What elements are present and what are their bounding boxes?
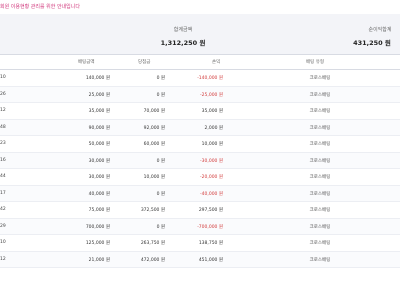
- table-header: 배팅금액 당첨금 손익 배팅 유형: [0, 54, 400, 70]
- table-row[interactable]: 12 21,000 원 472,000 원 451,000 원 크로스배팅: [0, 251, 400, 268]
- bet-amount: 40,000 원: [88, 191, 110, 197]
- table-row[interactable]: 17 40,000 원 0 원 -40,000 원 크로스배팅: [0, 185, 400, 202]
- row-id: 12: [0, 256, 6, 262]
- table-row[interactable]: 29 700,000 원 0 원 -700,000 원 크로스배팅: [0, 218, 400, 235]
- bet-type: 크로스배팅: [309, 158, 331, 164]
- row-id: 42: [0, 207, 6, 212]
- bet-type: 크로스배팅: [309, 241, 331, 246]
- win-amount: 70,000 원: [143, 109, 165, 114]
- win-amount: 0 원: [156, 224, 165, 230]
- win-amount: 263,750 원: [140, 241, 165, 246]
- bet-amount: 50,000 원: [88, 142, 110, 147]
- row-id: 16: [0, 157, 6, 163]
- win-amount: 0 원: [156, 76, 165, 81]
- win-amount: 0 원: [156, 158, 165, 164]
- bet-amount: 25,000 원: [88, 92, 110, 98]
- win-amount: 0 원: [156, 92, 165, 98]
- profit-amount: -20,000 원: [200, 175, 223, 180]
- row-id: 17: [0, 190, 6, 196]
- bet-type: 크로스배팅: [309, 175, 331, 180]
- win-amount: 10,000 원: [143, 175, 165, 180]
- profit-label: 순이익합계: [368, 27, 392, 33]
- bet-amount: 700,000 원: [85, 224, 110, 230]
- bet-type: 크로스배팅: [309, 125, 331, 131]
- bet-amount: 21,000 원: [88, 257, 110, 263]
- profit-amount: -140,000 원: [197, 76, 223, 81]
- profit-amount: 451,000 원: [198, 257, 223, 263]
- bet-type: 크로스배팅: [309, 257, 331, 263]
- bet-amount: 75,000 원: [88, 208, 110, 213]
- row-id: 10: [0, 240, 6, 245]
- profit-amount: -30,000 원: [200, 158, 223, 164]
- bet-type: 크로스배팅: [309, 109, 331, 114]
- summary-panel: 합계금액 1,312,250 원 순이익합계 431,250 원: [0, 14, 400, 54]
- table-row[interactable]: 48 90,000 원 92,000 원 2,000 원 크로스배팅: [0, 119, 400, 136]
- win-amount: 92,000 원: [143, 125, 165, 131]
- table-row[interactable]: 26 25,000 원 0 원 -25,000 원 크로스배팅: [0, 86, 400, 103]
- bet-amount: 140,000 원: [85, 76, 110, 81]
- header-bet: 배팅금액: [78, 60, 95, 65]
- bet-amount: 125,000 원: [85, 241, 110, 246]
- bet-type: 크로스배팅: [309, 208, 331, 213]
- header-type: 배팅 유형: [306, 60, 324, 65]
- table-row[interactable]: 10 140,000 원 0 원 -140,000 원 크로스배팅: [0, 70, 400, 87]
- bet-amount: 30,000 원: [88, 175, 110, 180]
- bet-type: 크로스배팅: [309, 92, 331, 98]
- row-id: 26: [0, 91, 6, 97]
- header-win: 당첨금: [138, 60, 151, 65]
- row-id: 29: [0, 223, 6, 229]
- bet-type: 크로스배팅: [309, 224, 331, 230]
- win-amount: 0 원: [156, 191, 165, 197]
- bet-amount: 90,000 원: [88, 125, 110, 131]
- profit-amount: 2,000 원: [204, 125, 223, 131]
- table-row[interactable]: 42 75,000 원 372,500 원 297,500 원 크로스배팅: [0, 202, 400, 219]
- profit-amount: -700,000 원: [197, 224, 223, 230]
- header-profit: 손익: [212, 60, 221, 65]
- win-amount: 60,000 원: [143, 142, 165, 147]
- profit-amount: 10,000 원: [201, 142, 223, 147]
- bet-type: 크로스배팅: [309, 191, 331, 197]
- profit-amount: 297,500 원: [198, 208, 223, 213]
- table-row[interactable]: 12 35,000 원 70,000 원 35,000 원 크로스배팅: [0, 103, 400, 120]
- bet-type: 크로스배팅: [309, 76, 331, 81]
- table-row[interactable]: 23 50,000 원 60,000 원 10,000 원 크로스배팅: [0, 136, 400, 153]
- total-label: 합계금액: [173, 27, 193, 33]
- table-body: 10 140,000 원0 원 -140,000 원 크로스배팅 26 25,000 원0…: [0, 70, 400, 268]
- row-id: 12: [0, 108, 6, 113]
- table-row[interactable]: 16 30,000 원 0 원 -30,000 원 크로스배팅: [0, 152, 400, 169]
- win-amount: 472,000 원: [140, 257, 165, 263]
- row-id: 48: [0, 124, 6, 130]
- total-value: 1,312,250 원: [160, 39, 206, 47]
- bet-amount: 35,000 원: [88, 109, 110, 114]
- table-row[interactable]: 44 30,000 원 10,000 원 -20,000 원 크로스배팅: [0, 169, 400, 186]
- win-amount: 372,500 원: [140, 208, 165, 213]
- profit-amount: 138,750 원: [198, 241, 223, 246]
- table-row[interactable]: 10 125,000 원 263,750 원 138,750 원 크로스배팅: [0, 235, 400, 252]
- row-id: 10: [0, 75, 6, 80]
- bet-amount: 30,000 원: [88, 158, 110, 164]
- row-id: 23: [0, 141, 6, 146]
- row-id: 44: [0, 174, 6, 179]
- profit-amount: -40,000 원: [200, 191, 223, 197]
- bet-type: 크로스배팅: [309, 142, 331, 147]
- profit-amount: 35,000 원: [201, 109, 223, 114]
- profit-amount: -25,000 원: [200, 92, 223, 98]
- notice-text: 회원 이용현황 관리를 위한 안내입니다: [0, 4, 80, 10]
- profit-value: 431,250 원: [353, 39, 391, 47]
